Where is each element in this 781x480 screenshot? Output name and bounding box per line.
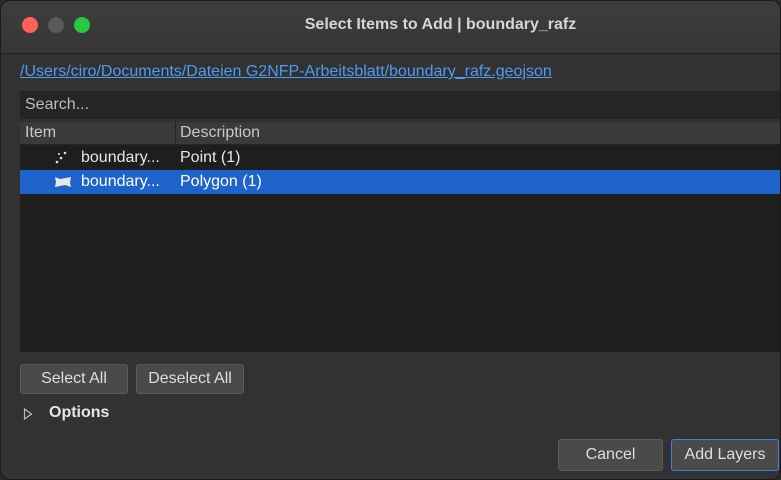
cancel-button[interactable]: Cancel (558, 439, 663, 471)
deselect-all-button[interactable]: Deselect All (136, 364, 244, 394)
minimize-window-button[interactable] (48, 17, 64, 33)
close-window-button[interactable] (22, 17, 38, 33)
item-name: boundary... (81, 173, 160, 190)
table-row-selected[interactable]: boundary... Polygon (1) (20, 170, 780, 194)
title-bar[interactable]: Select Items to Add | boundary_rafz (1, 1, 780, 54)
options-label: Options (49, 404, 110, 421)
item-description: Polygon (1) (180, 173, 262, 190)
table-row[interactable]: boundary... Point (1) (20, 146, 780, 170)
dialog-window: Select Items to Add | boundary_rafz /Use… (0, 0, 781, 480)
maximize-window-button[interactable] (74, 17, 90, 33)
items-table: Item Description boundary... Point (1) b… (20, 121, 780, 352)
column-header-item[interactable]: Item (25, 124, 56, 142)
window-title: Select Items to Add | boundary_rafz (304, 16, 577, 33)
select-all-button[interactable]: Select All (20, 364, 128, 394)
disclosure-triangle-icon (23, 407, 33, 425)
table-header: Item Description (20, 122, 780, 145)
point-layer-icon (53, 150, 73, 166)
item-description: Point (1) (180, 149, 241, 166)
column-header-description[interactable]: Description (180, 124, 260, 142)
polygon-layer-icon (53, 174, 73, 190)
item-name: boundary... (81, 149, 160, 166)
column-divider[interactable] (175, 122, 176, 144)
add-layers-button[interactable]: Add Layers (671, 439, 779, 471)
file-path-link[interactable]: /Users/ciro/Documents/Dateien G2NFP-Arbe… (20, 63, 552, 81)
search-input[interactable] (20, 91, 780, 119)
